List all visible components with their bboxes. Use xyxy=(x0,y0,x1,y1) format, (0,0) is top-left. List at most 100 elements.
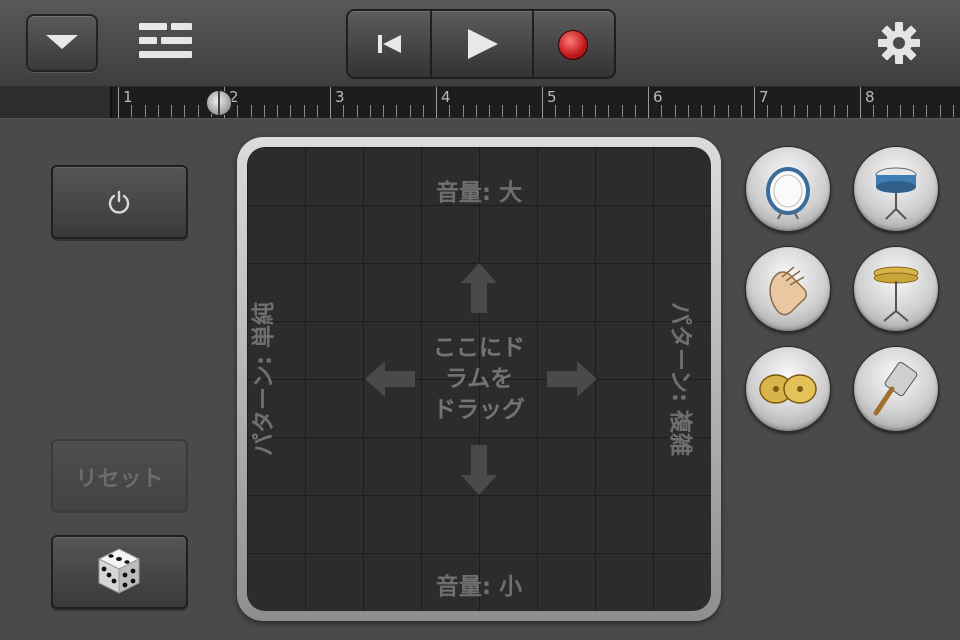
ruler-bar-tick xyxy=(754,87,755,118)
ruler-sub-tick xyxy=(131,105,133,117)
ruler-sub-tick xyxy=(820,105,822,117)
ruler-bar-tick xyxy=(542,87,543,118)
ruler-bar-label: 6 xyxy=(653,88,663,106)
ruler-sub-tick xyxy=(687,105,689,117)
ruler-bar-label: 1 xyxy=(123,88,133,106)
hi-hat-button[interactable] xyxy=(853,246,939,332)
gear-icon[interactable] xyxy=(876,20,922,66)
volume-high-label: 音量: 大 xyxy=(435,180,523,206)
ruler-sub-tick xyxy=(303,105,305,117)
ruler-sub-tick xyxy=(926,105,928,117)
arrow-up-icon xyxy=(461,263,497,313)
ruler-sub-tick xyxy=(727,105,729,117)
ruler-sub-tick xyxy=(767,105,769,117)
ruler-sub-tick xyxy=(290,105,292,117)
hi-hat-icon xyxy=(873,266,919,322)
ruler-sub-tick xyxy=(939,105,941,117)
volume-low-label: 音量: 小 xyxy=(435,574,523,600)
power-button[interactable] xyxy=(51,165,188,239)
ruler-sub-tick xyxy=(833,105,835,117)
transport-controls xyxy=(346,9,616,79)
ruler-bar-label: 5 xyxy=(547,88,557,106)
shaker-icon xyxy=(873,361,918,416)
record-button[interactable] xyxy=(534,11,614,77)
ruler-sub-tick xyxy=(263,105,265,117)
power-icon xyxy=(108,190,130,214)
cymbals-icon xyxy=(759,374,817,404)
ruler-sub-tick xyxy=(807,105,808,117)
snare-drum-icon xyxy=(875,167,917,220)
ruler-sub-tick xyxy=(449,105,451,117)
randomize-button[interactable] xyxy=(51,535,188,609)
drag-drum-here-text: ここにド ラムを ドラッグ xyxy=(433,335,525,423)
ruler-sub-tick xyxy=(144,105,146,117)
kick-drum-button[interactable] xyxy=(745,146,831,232)
tracks-view-icon[interactable] xyxy=(139,23,192,59)
ruler-sub-tick xyxy=(277,105,278,117)
ruler-sub-tick xyxy=(515,105,517,117)
ruler-sub-tick xyxy=(780,105,782,117)
ruler-sub-tick xyxy=(422,105,424,117)
drum-pattern-pad[interactable]: 音量: 大 音量: 小 パターン: 単純 パターン: 複雑 ここにド ラムを ド… xyxy=(247,147,711,611)
ruler-sub-tick xyxy=(555,105,557,117)
ruler-sub-tick xyxy=(581,105,583,117)
ruler-lead xyxy=(0,87,112,118)
ruler-bar-tick xyxy=(648,87,649,118)
dice-icon xyxy=(97,548,141,594)
shaker-button[interactable] xyxy=(853,346,939,432)
ruler-sub-tick xyxy=(608,105,610,117)
chevron-down-icon xyxy=(46,35,78,49)
ruler-sub-tick xyxy=(502,105,504,117)
reset-button[interactable]: リセット xyxy=(51,439,188,513)
playhead-handle[interactable] xyxy=(206,90,232,116)
ruler-bar-tick xyxy=(860,87,861,118)
ruler-bar-label: 8 xyxy=(865,88,875,106)
arrow-left-icon xyxy=(365,361,415,397)
menu-button[interactable] xyxy=(26,14,98,72)
ruler-sub-tick xyxy=(475,105,477,117)
ruler-bar-tick xyxy=(118,87,119,118)
clap-button[interactable] xyxy=(745,246,831,332)
record-icon xyxy=(558,30,588,60)
ruler-bar-label: 7 xyxy=(759,88,769,106)
play-button[interactable] xyxy=(432,11,534,77)
ruler-bar-label: 4 xyxy=(441,88,451,106)
ruler-sub-tick xyxy=(714,105,716,117)
ruler-sub-tick xyxy=(899,105,901,117)
top-toolbar xyxy=(0,0,960,87)
crash-cymbal-button[interactable] xyxy=(745,346,831,432)
ruler-sub-tick xyxy=(356,105,358,117)
ruler-sub-tick xyxy=(873,105,875,117)
ruler-bar-label: 3 xyxy=(335,88,345,106)
rewind-icon xyxy=(378,35,382,53)
ruler-sub-tick xyxy=(316,105,318,117)
ruler-sub-tick xyxy=(913,105,914,117)
ruler-sub-tick xyxy=(674,105,676,117)
ruler-sub-tick xyxy=(634,105,636,117)
rewind-button[interactable] xyxy=(348,11,432,77)
ruler-bar-tick xyxy=(330,87,331,118)
ruler-sub-tick xyxy=(621,105,623,117)
clap-hands-icon xyxy=(769,266,807,316)
ruler-sub-tick xyxy=(886,105,888,117)
ruler-sub-tick xyxy=(171,105,172,117)
ruler-sub-tick xyxy=(157,105,159,117)
reset-label: リセット xyxy=(75,467,164,492)
ruler-sub-tick xyxy=(846,105,848,117)
ruler-sub-tick xyxy=(462,105,464,117)
ruler-sub-tick xyxy=(701,105,702,117)
ruler-sub-tick xyxy=(595,105,596,117)
ruler-sub-tick xyxy=(409,105,411,117)
ruler-sub-tick xyxy=(489,105,490,117)
ruler-sub-tick xyxy=(568,105,570,117)
ruler-sub-tick xyxy=(740,105,742,117)
ruler-sub-tick xyxy=(237,105,239,117)
ruler-sub-tick xyxy=(197,105,199,117)
ruler-sub-tick xyxy=(528,105,530,117)
snare-drum-button[interactable] xyxy=(853,146,939,232)
ruler-sub-tick xyxy=(383,105,384,117)
timeline-ruler[interactable]: 12345678 xyxy=(0,87,960,119)
arrow-right-icon xyxy=(547,361,597,397)
ruler-sub-tick xyxy=(793,105,795,117)
ruler-sub-tick xyxy=(661,105,663,117)
